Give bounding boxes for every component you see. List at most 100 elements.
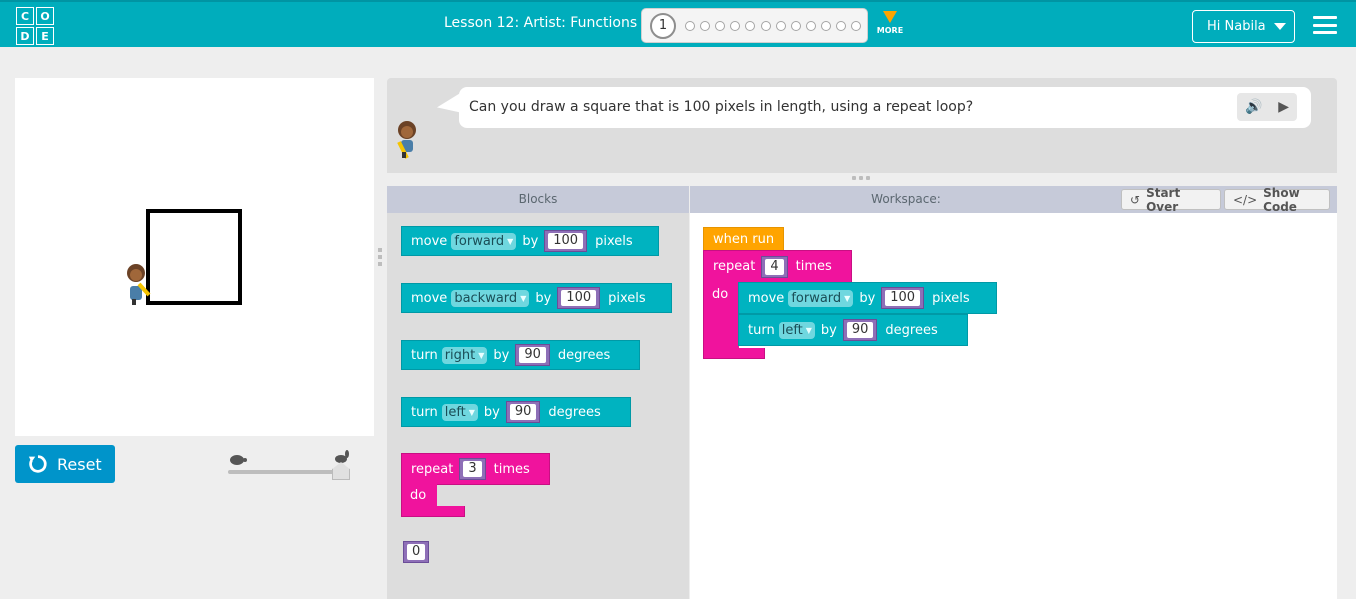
dropdown-value: forward [791,290,842,306]
toolbox-turn-right-block[interactable]: turn right ▼ by 90 degrees [401,340,640,370]
character-avatar-icon [391,120,423,168]
top-header: C O D E Lesson 12: Artist: Functions 1 M… [0,0,1356,47]
level-dot[interactable] [820,20,831,31]
dropdown-value: left [444,404,466,420]
number-input[interactable]: 100 [557,287,601,309]
level-dot[interactable] [805,20,816,31]
workspace-area[interactable]: when run repeat 4 times do move forward ▼… [690,213,1337,599]
number-value[interactable]: 100 [561,290,597,306]
workspace-repeat-block[interactable]: repeat 4 times [703,250,852,283]
direction-dropdown[interactable]: backward ▼ [451,289,530,307]
block-keyword: turn [748,322,775,338]
reset-button[interactable]: Reset [15,445,115,483]
direction-dropdown[interactable]: forward ▼ [788,289,854,307]
logo-letter: D [16,27,34,45]
toolbox-move-forward-block[interactable]: move forward ▼ by 100 pixels [401,226,659,256]
dropdown-value: right [444,347,476,363]
level-dot[interactable] [730,20,741,31]
toolbox-turn-left-block[interactable]: turn left ▼ by 90 degrees [401,397,631,427]
number-value[interactable]: 0 [407,544,426,560]
code-logo[interactable]: C O D E [16,7,54,45]
workspace-move-block[interactable]: move forward ▼ by 100 pixels [738,282,997,314]
level-dot[interactable] [851,20,862,31]
number-value[interactable]: 3 [463,461,482,477]
hamburger-menu-icon[interactable] [1313,16,1337,34]
level-dot[interactable] [790,20,801,31]
more-button[interactable]: MORE [874,11,906,35]
workspace-turn-block[interactable]: turn left ▼ by 90 degrees [738,314,968,346]
level-dot[interactable] [760,20,771,31]
user-label: Hi Nabila [1207,19,1266,34]
number-input[interactable]: 90 [515,344,550,366]
number-input[interactable]: 4 [761,255,788,278]
show-code-button[interactable]: </> Show Code [1224,186,1330,214]
toolbox-move-backward-block[interactable]: move backward ▼ by 100 pixels [401,283,672,313]
direction-dropdown[interactable]: forward ▼ [451,232,517,250]
start-over-label: Start Over [1146,185,1181,214]
direction-dropdown[interactable]: left ▼ [778,321,815,339]
level-dot[interactable] [775,20,786,31]
lesson-title[interactable]: Lesson 12: Artist: Functions [444,15,637,31]
user-menu-button[interactable]: Hi Nabila [1192,10,1295,43]
current-level-bubble[interactable]: 1 [650,12,676,39]
number-value[interactable]: 4 [765,258,784,275]
speed-slider[interactable] [228,450,352,482]
speaker-icon[interactable]: 🔊 [1245,99,1262,115]
reset-label: Reset [57,454,102,474]
repeat-bottom[interactable] [401,506,465,517]
turtle-icon [228,452,248,470]
repeat-header[interactable]: repeat 3 times [401,453,550,485]
dropdown-arrow-icon: ▼ [478,350,485,360]
block-unit: degrees [885,322,938,338]
artist-canvas [15,78,374,436]
start-over-button[interactable]: ↺ Start Over [1121,186,1221,214]
block-unit: pixels [608,290,646,306]
number-value[interactable]: 100 [548,233,584,249]
resize-handle-horizontal[interactable] [852,176,870,181]
block-keyword: turn [411,404,438,420]
block-keyword: by [535,290,552,306]
when-run-label: when run [713,231,775,247]
level-dot[interactable] [836,20,847,31]
more-arrow-icon [883,11,897,23]
number-value[interactable]: 90 [846,322,874,338]
when-run-block[interactable]: when run [703,227,784,251]
play-icon[interactable]: ▶ [1278,99,1289,115]
direction-dropdown[interactable]: left ▼ [441,403,478,421]
dropdown-value: backward [454,290,518,306]
logo-letter: E [36,27,54,45]
number-input[interactable]: 90 [842,319,878,341]
number-input[interactable]: 90 [505,401,541,423]
block-keyword: by [483,404,500,420]
block-unit: degrees [548,404,601,420]
artist-character-icon [127,264,151,305]
number-value[interactable]: 100 [885,290,921,306]
block-keyword: by [820,322,837,338]
number-value[interactable]: 90 [509,404,537,420]
level-progress: 1 [641,8,868,43]
drawn-square [146,209,242,305]
block-keyword: move [411,290,448,306]
dropdown-arrow-icon: ▼ [468,407,475,417]
block-unit: degrees [557,347,611,363]
dropdown-arrow-icon: ▼ [805,325,812,335]
number-value[interactable]: 90 [519,347,546,363]
dropdown-arrow-icon: ▼ [507,236,514,246]
block-unit: pixels [932,290,970,306]
level-dot[interactable] [685,20,696,31]
block-keyword: by [522,233,539,249]
slider-track[interactable] [228,470,342,474]
number-input[interactable]: 100 [544,230,588,252]
number-input[interactable]: 100 [881,287,925,309]
dropdown-value: left [781,322,803,338]
level-dot[interactable] [715,20,726,31]
repeat-bottom[interactable] [703,348,765,359]
audio-controls: 🔊 ▶ [1237,93,1297,121]
workspace-header: Workspace: ↺ Start Over </> Show Code [690,186,1337,214]
level-dot[interactable] [700,20,711,31]
level-dot[interactable] [745,20,756,31]
direction-dropdown[interactable]: right ▼ [441,346,488,364]
number-input[interactable]: 3 [459,458,486,480]
toolbox-number-block[interactable]: 0 [403,541,430,563]
resize-handle-vertical[interactable] [378,248,382,266]
